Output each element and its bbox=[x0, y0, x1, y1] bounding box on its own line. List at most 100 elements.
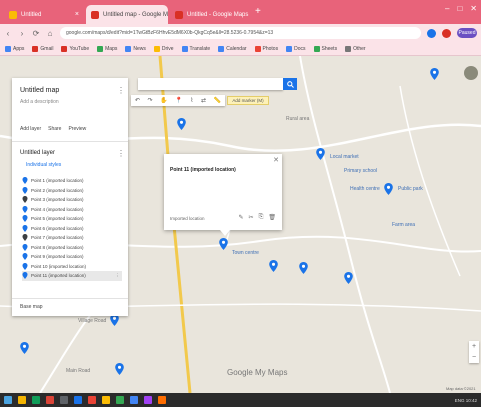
edit-icon[interactable]: ✎ bbox=[239, 214, 244, 221]
avatar[interactable] bbox=[464, 66, 478, 80]
taskbar-app-icon[interactable] bbox=[88, 396, 96, 404]
style-icon[interactable]: ✂ bbox=[249, 214, 254, 221]
panel-actions: Add layer Share Preview bbox=[20, 126, 86, 132]
taskbar-app-icon[interactable] bbox=[74, 396, 82, 404]
copy-icon[interactable]: ⎘ bbox=[259, 214, 264, 221]
search-button[interactable] bbox=[283, 78, 297, 90]
zoom-in-button[interactable]: + bbox=[472, 343, 476, 350]
bookmark-item[interactable]: Docs bbox=[286, 45, 306, 52]
map-marker-icon[interactable] bbox=[20, 342, 29, 354]
bookmark-favicon-icon bbox=[61, 45, 68, 52]
bookmark-favicon-icon bbox=[218, 45, 225, 52]
bookmark-item[interactable]: Maps bbox=[97, 45, 117, 52]
individual-styles-link[interactable]: Individual styles bbox=[26, 162, 61, 168]
list-item[interactable]: Point 2 (imported location) bbox=[22, 186, 122, 196]
maximize-button[interactable]: □ bbox=[457, 4, 462, 13]
bookmark-item[interactable]: Calendar bbox=[218, 45, 247, 52]
browser-tab[interactable]: Untitled × bbox=[4, 5, 84, 24]
map-marker-icon[interactable] bbox=[344, 272, 353, 284]
more-options-icon[interactable]: ⋮ bbox=[117, 86, 125, 95]
directions-icon[interactable]: ⇄ bbox=[201, 97, 206, 104]
measure-icon[interactable]: 📏 bbox=[214, 97, 221, 104]
map-marker-icon[interactable] bbox=[299, 262, 308, 274]
bookmark-item[interactable]: YouTube bbox=[61, 45, 89, 52]
list-item[interactable]: Point 7 (imported location) bbox=[22, 233, 122, 243]
bookmark-item[interactable]: Photos bbox=[254, 45, 278, 52]
map-description[interactable]: Add a description bbox=[20, 99, 59, 105]
map-marker-icon[interactable] bbox=[115, 363, 124, 375]
taskbar-app-icon[interactable] bbox=[116, 396, 124, 404]
bookmark-item[interactable]: Other bbox=[345, 45, 366, 52]
draw-line-icon[interactable]: ⌇ bbox=[190, 97, 193, 104]
redo-icon[interactable]: ↷ bbox=[147, 97, 152, 104]
hand-icon[interactable]: ✋ bbox=[160, 97, 167, 104]
forward-icon[interactable]: › bbox=[18, 29, 26, 38]
bookmark-item[interactable]: News bbox=[125, 45, 146, 52]
home-icon[interactable]: ⌂ bbox=[46, 29, 54, 38]
list-item[interactable]: Point 3 (imported location) bbox=[22, 195, 122, 205]
map-marker-icon[interactable] bbox=[177, 118, 186, 130]
new-tab-button[interactable]: + bbox=[255, 7, 261, 17]
map-marker-icon[interactable] bbox=[316, 148, 325, 160]
url-input[interactable]: google.com/maps/d/edit?mid=1TwGtBzF6HhvE… bbox=[60, 27, 421, 39]
list-item[interactable]: Point 1 (imported location) bbox=[22, 176, 122, 186]
search-input[interactable] bbox=[138, 78, 283, 90]
base-map-toggle[interactable]: Base map bbox=[20, 304, 43, 310]
map-marker-icon[interactable] bbox=[384, 183, 393, 195]
os-taskbar: ENG 10:42 bbox=[0, 393, 481, 407]
preview-button[interactable]: Preview bbox=[68, 126, 86, 132]
map-marker-icon[interactable] bbox=[269, 260, 278, 272]
extension-icon[interactable] bbox=[427, 28, 436, 38]
map-canvas[interactable]: Village Road Rural area Local market Pri… bbox=[0, 56, 481, 393]
map-label: Health centre bbox=[350, 186, 380, 192]
taskbar-app-icon[interactable] bbox=[46, 396, 54, 404]
system-tray[interactable]: ENG 10:42 bbox=[455, 398, 477, 403]
profile-button[interactable]: Paused bbox=[457, 28, 477, 38]
close-tab-icon[interactable]: × bbox=[248, 11, 252, 18]
taskbar-app-icon[interactable] bbox=[102, 396, 110, 404]
layer-title[interactable]: Untitled layer bbox=[20, 150, 55, 156]
list-item[interactable]: Point 4 (imported location) bbox=[22, 205, 122, 215]
share-button[interactable]: Share bbox=[48, 126, 61, 132]
taskbar-app-icon[interactable] bbox=[4, 396, 12, 404]
map-title[interactable]: Untitled map bbox=[20, 87, 59, 94]
back-icon[interactable]: ‹ bbox=[4, 29, 12, 38]
list-item[interactable]: Point 11 (imported location) ⋮ bbox=[22, 271, 122, 281]
list-item[interactable]: Point 8 (imported location) bbox=[22, 243, 122, 253]
list-item[interactable]: Point 6 (imported location) bbox=[22, 224, 122, 234]
bookmark-item[interactable]: Translate bbox=[181, 45, 210, 52]
list-item[interactable]: Point 9 (imported location) bbox=[22, 252, 122, 262]
taskbar-app-icon[interactable] bbox=[158, 396, 166, 404]
browser-tab[interactable]: Untitled map - Google My Maps× bbox=[86, 5, 168, 24]
minimize-button[interactable]: – bbox=[445, 4, 449, 13]
taskbar-app-icon[interactable] bbox=[32, 396, 40, 404]
taskbar-app-icon[interactable] bbox=[60, 396, 68, 404]
undo-icon[interactable]: ↶ bbox=[135, 97, 140, 104]
bookmark-item[interactable]: Gmail bbox=[32, 45, 53, 52]
extension-icon[interactable] bbox=[442, 28, 451, 38]
delete-icon[interactable]: 🗑 bbox=[268, 214, 276, 221]
selected-marker-icon[interactable] bbox=[219, 238, 228, 250]
zoom-out-button[interactable]: − bbox=[472, 354, 476, 361]
map-marker-icon[interactable] bbox=[430, 68, 439, 80]
taskbar-app-icon[interactable] bbox=[144, 396, 152, 404]
close-icon[interactable]: ✕ bbox=[273, 156, 279, 164]
list-item[interactable]: Point 10 (imported location) bbox=[22, 262, 122, 272]
layer-options-icon[interactable]: ⋮ bbox=[117, 149, 125, 158]
close-tab-icon[interactable]: × bbox=[71, 11, 79, 18]
bookmark-item[interactable]: Apps bbox=[5, 45, 24, 52]
close-window-button[interactable]: ✕ bbox=[470, 4, 477, 13]
bookmark-item[interactable]: Sheets bbox=[313, 45, 337, 52]
add-marker-icon[interactable]: 📍 bbox=[175, 97, 182, 104]
list-item-label: Point 1 (imported location) bbox=[31, 178, 84, 184]
item-options-icon[interactable]: ⋮ bbox=[116, 273, 123, 279]
reload-icon[interactable]: ⟳ bbox=[32, 29, 40, 38]
taskbar-app-icon[interactable] bbox=[18, 396, 26, 404]
list-item[interactable]: Point 5 (imported location) bbox=[22, 214, 122, 224]
bookmark-item[interactable]: Drive bbox=[153, 45, 174, 52]
tab-favicon-icon bbox=[175, 10, 183, 19]
taskbar-app-icon[interactable] bbox=[130, 396, 138, 404]
add-layer-button[interactable]: Add layer bbox=[20, 126, 41, 132]
map-label: Farm area bbox=[392, 222, 416, 228]
browser-tab[interactable]: Untitled - Google Maps× bbox=[170, 5, 252, 24]
